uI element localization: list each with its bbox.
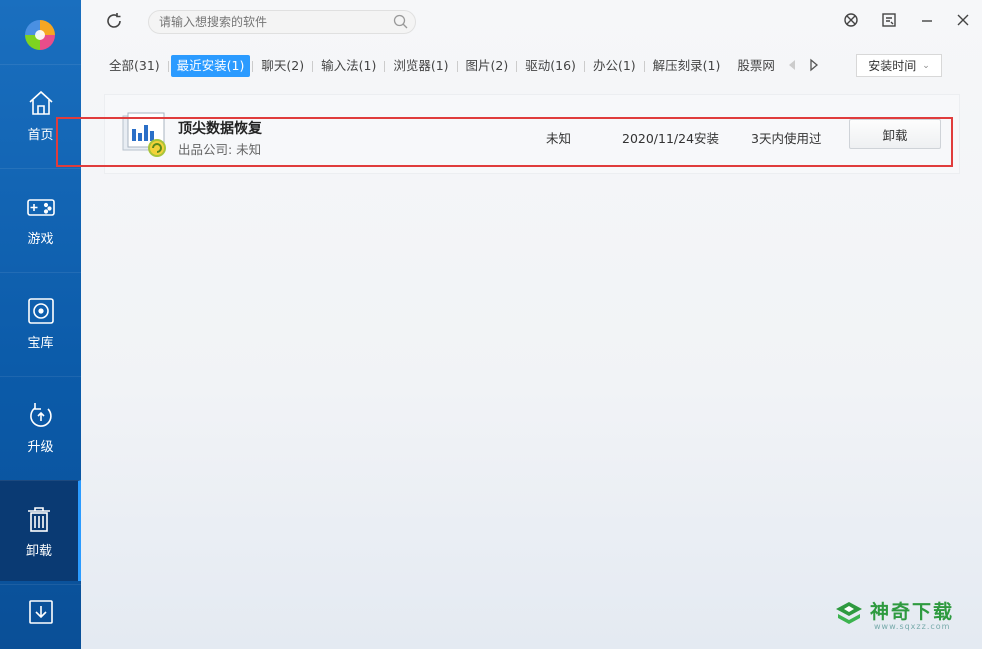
- watermark-url: www.sqxzz.com: [874, 622, 951, 631]
- settings-icon[interactable]: [881, 12, 897, 28]
- tab-compress[interactable]: 解压刻录(1): [643, 55, 727, 77]
- trash-icon: [28, 506, 50, 532]
- watermark-logo-icon: [836, 602, 862, 624]
- home-icon: [28, 90, 53, 115]
- watermark-title: 神奇下载: [870, 601, 955, 623]
- chevron-down-icon: ⌄: [922, 60, 930, 71]
- close-icon[interactable]: [955, 12, 971, 28]
- tab-office[interactable]: 办公(1): [583, 55, 642, 77]
- upgrade-icon: [29, 402, 52, 427]
- app-icon: [122, 112, 166, 157]
- top-bar: [81, 0, 982, 44]
- app-name: 顶尖数据恢复: [178, 121, 262, 137]
- sidebar-item-label: 首页: [27, 127, 54, 143]
- sidebar-item-label: 升级: [27, 439, 54, 455]
- category-tabs: 全部(31) 最近安装(1) 聊天(2) 输入法(1) 浏览器(1) 图片(2)…: [103, 54, 777, 78]
- skin-icon[interactable]: [843, 12, 859, 28]
- tab-prev-icon[interactable]: [787, 58, 797, 72]
- disc-icon: [27, 297, 54, 324]
- search-box: [148, 10, 416, 34]
- tab-chat[interactable]: 聊天(2): [252, 55, 310, 77]
- sidebar-item-uninstall[interactable]: 卸载: [0, 480, 81, 581]
- sidebar-item-label: 游戏: [27, 231, 54, 247]
- main-panel: 全部(31) 最近安装(1) 聊天(2) 输入法(1) 浏览器(1) 图片(2)…: [81, 0, 982, 649]
- tab-stocks[interactable]: 股票网: [731, 55, 777, 77]
- tab-input-method[interactable]: 输入法(1): [312, 55, 382, 77]
- sort-dropdown[interactable]: 安装时间 ⌄: [856, 54, 942, 77]
- sort-label: 安装时间: [868, 59, 917, 73]
- minimize-icon[interactable]: [919, 12, 935, 28]
- watermark: 神奇下载 www.sqxzz.com: [834, 596, 974, 636]
- app-publisher: 出品公司: 未知: [178, 142, 262, 157]
- tab-all[interactable]: 全部(31): [103, 55, 166, 77]
- app-install-date: 2020/11/24安装: [622, 131, 720, 146]
- sidebar-item-download[interactable]: [0, 584, 81, 645]
- sidebar-item-treasury[interactable]: 宝库: [0, 272, 81, 373]
- sidebar-item-label: 宝库: [27, 335, 54, 351]
- search-icon[interactable]: [393, 14, 408, 29]
- sidebar-item-label: 卸载: [25, 543, 52, 559]
- tab-drivers[interactable]: 驱动(16): [516, 55, 582, 77]
- sidebar-item-home[interactable]: 首页: [0, 64, 81, 165]
- sidebar: 首页 游戏 宝库 升级 卸载: [0, 0, 81, 649]
- tab-recent[interactable]: 最近安装(1): [167, 55, 251, 77]
- download-icon: [28, 600, 53, 624]
- tab-images[interactable]: 图片(2): [456, 55, 515, 77]
- tab-browser[interactable]: 浏览器(1): [384, 55, 454, 77]
- tab-next-icon[interactable]: [809, 58, 819, 72]
- sidebar-item-upgrade[interactable]: 升级: [0, 376, 81, 477]
- search-input[interactable]: [149, 11, 386, 33]
- refresh-icon[interactable]: [105, 12, 123, 30]
- app-logo: [25, 20, 55, 50]
- app-usage: 3天内使用过: [751, 131, 822, 146]
- sidebar-item-games[interactable]: 游戏: [0, 168, 81, 269]
- gamepad-icon: [26, 198, 55, 216]
- app-size: 未知: [546, 131, 572, 146]
- uninstall-button[interactable]: 卸载: [849, 119, 941, 149]
- app-row: 顶尖数据恢复 出品公司: 未知 未知 2020/11/24安装 3天内使用过 卸…: [104, 94, 960, 174]
